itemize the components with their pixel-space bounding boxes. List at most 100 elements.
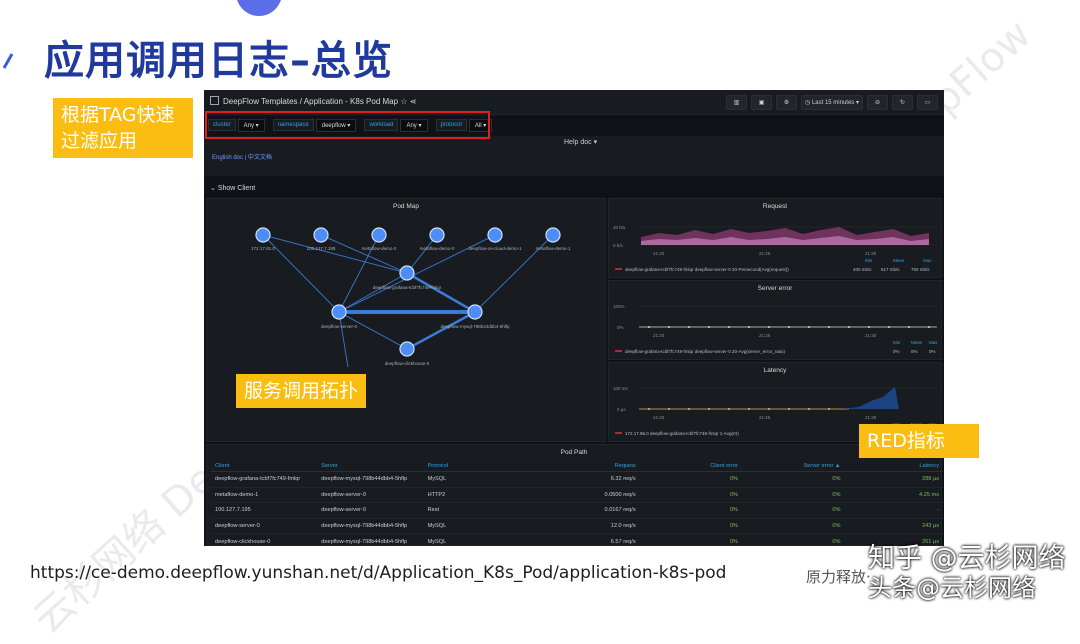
settings-button[interactable]: ⚙ <box>776 95 798 110</box>
callout-red-metrics: RED指标 <box>859 424 979 458</box>
callout-line: 根据TAG快速 <box>61 104 175 126</box>
time-range-picker[interactable]: ◷ Last 15 minutes ▾ <box>801 95 863 110</box>
breadcrumb-text: DeepFlow Templates / Application - K8s P… <box>223 97 399 106</box>
pod-node-icon <box>467 304 483 320</box>
table-row[interactable]: deepflow-clickhouse-0 deepflow-mysql-798… <box>211 533 943 546</box>
add-panel-button[interactable]: ▥ <box>726 95 748 110</box>
cell-client: deepflow-grafana-tcbf7fc749-fmlqr <box>211 471 318 488</box>
cell-client-error: 0% <box>639 518 742 535</box>
node-label: deepflow-ce-cloud-demo-1 <box>468 246 522 251</box>
stat-value: 400 mb/s <box>853 267 872 272</box>
legend-entry: deepflow-grafana-tcbf7fc749-fmlqr deepfl… <box>625 349 785 354</box>
help-title[interactable]: Help doc ▾ <box>564 138 597 146</box>
column-header[interactable]: Server error ▲ <box>741 461 845 472</box>
cell-client-error: 0% <box>639 471 742 488</box>
cell-server: deepflow-server-0 <box>317 502 424 519</box>
cell-server-error: 0% <box>741 533 845 546</box>
cell-client: metaflow-demo-1 <box>211 487 318 504</box>
pod-node-icon <box>399 341 415 357</box>
cell-client-error: 0% <box>639 533 742 546</box>
cell-server-error: 0% <box>741 502 845 519</box>
stat-header: Mean <box>893 258 905 263</box>
pod-node-icon <box>255 227 271 243</box>
pod-node-icon <box>429 227 445 243</box>
cell-protocol: MySQL <box>423 518 487 535</box>
stat-header: Min <box>865 258 873 263</box>
save-button[interactable]: ▣ <box>751 95 773 110</box>
cell-protocol: Rest <box>423 502 487 519</box>
cell-server: deepflow-mysql-798b44dbb4-5hflp <box>317 471 424 488</box>
table-row[interactable]: metaflow-demo-1 deepflow-server-0 HTTP2 … <box>211 487 943 504</box>
apps-grid-icon <box>210 96 219 105</box>
stat-value: 0% <box>893 349 900 354</box>
variable-highlight-box <box>205 111 490 139</box>
breadcrumb[interactable]: DeepFlow Templates / Application - K8s P… <box>210 96 416 106</box>
column-header[interactable]: Latency <box>844 461 943 472</box>
x-tick: 21:20 <box>653 251 665 256</box>
x-tick: 21:30 <box>865 251 877 256</box>
node-label: deepflow-mysql-798b44dbb4-5hflp <box>440 324 510 329</box>
callout-topology: 服务调用拓扑 <box>236 374 367 408</box>
decorative-shape <box>236 0 282 16</box>
column-header[interactable]: Client <box>211 461 318 472</box>
stat-value: 0% <box>911 349 918 354</box>
column-header[interactable]: Client error <box>639 461 742 472</box>
x-tick: 21:25 <box>759 251 771 256</box>
node-label: deepflow-grafana-tcbf7fc749-fmlqr <box>373 285 442 290</box>
pod-node-icon <box>313 227 329 243</box>
y-tick: 20 b/s <box>613 225 626 230</box>
demo-url[interactable]: https://ce-demo.deepflow.yunshan.net/d/A… <box>30 563 726 583</box>
help-doc-links[interactable]: English doc | 中文文档 <box>212 152 272 161</box>
cell-request: 6.57 req/s <box>486 533 640 546</box>
column-header[interactable]: Protocol <box>423 461 487 472</box>
node-label: deepflow-server-0 <box>321 324 358 329</box>
y-tick: 0 µs <box>617 407 626 412</box>
node-label: metaflow-demo-0 <box>420 246 455 251</box>
node-label: metaflow-demo-2 <box>362 246 397 251</box>
y-tick: 100% <box>613 304 625 309</box>
cell-client: 100.127.7.195 <box>211 502 318 519</box>
node-label: metaflow-demo-1 <box>536 246 571 251</box>
cell-latency: 288 µs <box>844 471 943 488</box>
edge <box>338 311 349 368</box>
cell-server: deepflow-mysql-798b44dbb4-5hflp <box>317 518 424 535</box>
x-tick: 21:30 <box>865 415 877 420</box>
column-header[interactable]: Request <box>486 461 640 472</box>
star-icon[interactable]: ☆ <box>400 97 407 106</box>
zoom-out-button[interactable]: ⊖ <box>867 95 888 110</box>
callout-tag-filter: 根据TAG快速 过滤应用 <box>53 98 193 158</box>
cell-client-error: 0% <box>639 502 742 519</box>
stat-value: 617 mb/s <box>881 267 900 272</box>
table-row[interactable]: 100.127.7.195 deepflow-server-0 Rest 0.0… <box>211 502 943 519</box>
cell-protocol: HTTP2 <box>423 487 487 504</box>
y-tick: 0% <box>617 325 624 330</box>
request-chart[interactable]: 20 b/s 0 b/s 21:20 21:25 21:30 Min Mean … <box>609 199 943 279</box>
request-panel: Request 20 b/s 0 b/s 21:20 21:25 21:30 M… <box>608 198 942 278</box>
y-tick: 100 ms <box>613 386 629 391</box>
column-header[interactable]: Server <box>317 461 424 472</box>
latency-area <box>841 387 899 409</box>
legend-entry: deepflow-grafana-tcbf7fc749-fmlqr deepfl… <box>625 267 789 272</box>
cell-protocol: MySQL <box>423 471 487 488</box>
tv-mode-button[interactable]: ▭ <box>917 95 938 110</box>
server-error-panel: Server error 100% 0% 21:20 21:25 21:30 M… <box>608 280 942 360</box>
cell-server-error: 0% <box>741 518 845 535</box>
node-label: deepflow-clickhouse-0 <box>385 361 430 366</box>
cell-server: deepflow-mysql-798b44dbb4-5hflp <box>317 533 424 546</box>
share-icon[interactable]: ⋖ <box>410 97 417 106</box>
refresh-button[interactable]: ↻ <box>892 95 913 110</box>
node-label: 172.17.81.0 <box>251 246 275 251</box>
pod-path-table: Client Server Protocol Request Client er… <box>211 461 943 546</box>
stat-value: 0% <box>929 349 936 354</box>
table-row[interactable]: deepflow-server-0 deepflow-mysql-798b44d… <box>211 518 943 535</box>
cell-client: deepflow-server-0 <box>211 518 318 535</box>
x-tick: 21:25 <box>759 415 771 420</box>
table-row[interactable]: deepflow-grafana-tcbf7fc749-fmlqr deepfl… <box>211 471 943 488</box>
cell-latency: - <box>844 502 943 519</box>
pod-node-icon <box>399 265 415 281</box>
server-error-chart[interactable]: 100% 0% 21:20 21:25 21:30 Min Mean Max d… <box>609 281 943 361</box>
row-collapse-show-client[interactable]: ⌄ Show Client <box>204 184 255 192</box>
stat-header: Mean <box>911 340 923 345</box>
pod-path-panel: Pod Path Client Server Protocol Request … <box>206 444 943 546</box>
toutiao-watermark: 头条@云杉网络 <box>868 574 1036 602</box>
